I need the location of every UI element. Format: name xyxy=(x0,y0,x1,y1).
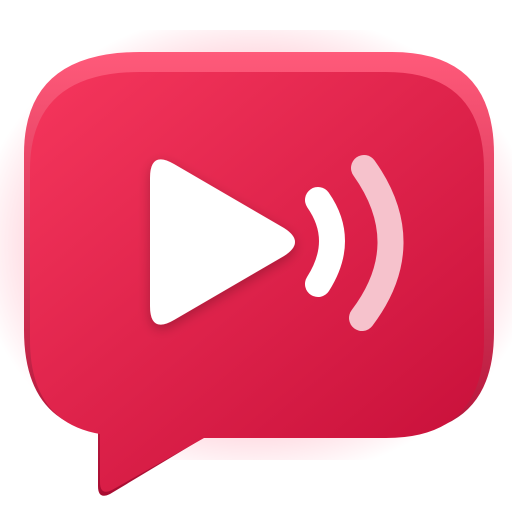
bubble-body xyxy=(30,72,484,492)
speech-bubble-icon xyxy=(24,52,494,496)
sound-wave-inner xyxy=(305,187,345,297)
video-chat-app-icon[interactable] xyxy=(0,0,512,512)
app-icon-canvas xyxy=(0,0,512,512)
